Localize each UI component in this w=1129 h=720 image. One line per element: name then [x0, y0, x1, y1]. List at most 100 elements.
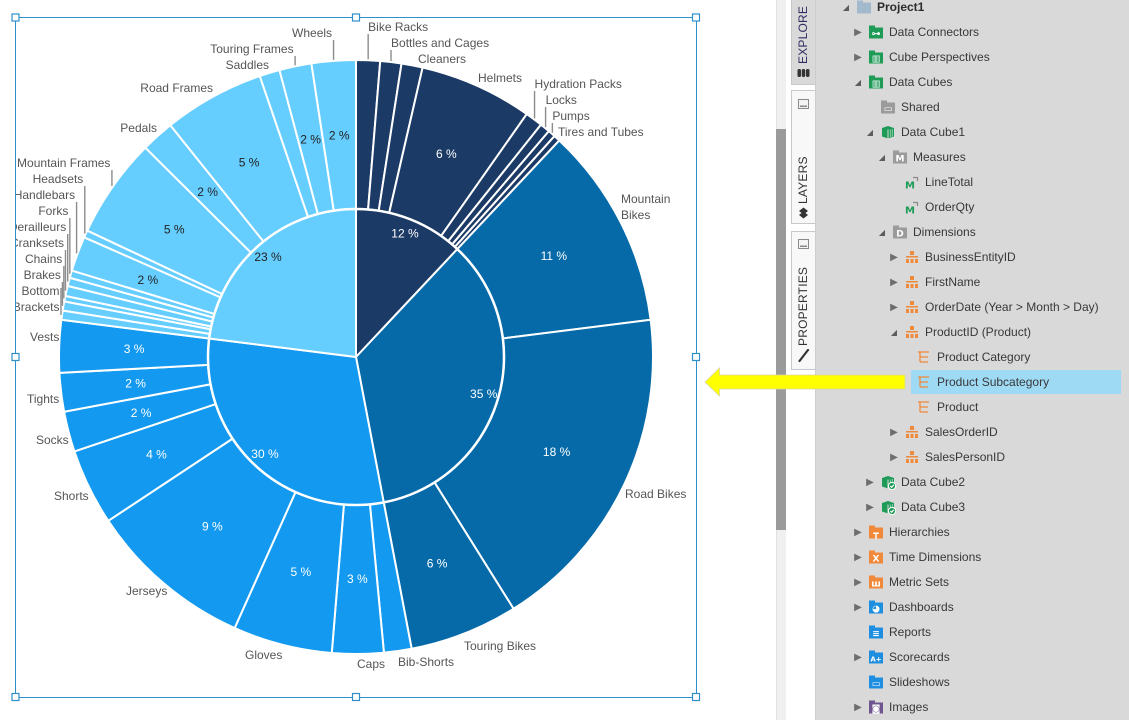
svg-text:D: D — [896, 229, 903, 239]
resize-handle-bottom-left[interactable] — [11, 692, 20, 702]
collapse-arrow-icon[interactable]: ◢ — [877, 145, 887, 170]
expand-arrow-icon[interactable]: ▶ — [889, 420, 899, 445]
hierarchy-icon — [904, 274, 920, 290]
slice-name-label: Chains — [25, 252, 62, 266]
tree-item-hierarchies[interactable]: ▶ ┳ Hierarchies — [815, 520, 1129, 545]
tree-item-dashboards[interactable]: ▶ ◕ Dashboards — [815, 595, 1129, 620]
svg-text:◕: ◕ — [872, 604, 880, 614]
svg-text:M: M — [905, 206, 915, 216]
slice-name-label: Socks — [36, 433, 69, 447]
tree-item-linetotal[interactable]: M LineTotal — [815, 170, 1129, 195]
expand-arrow-icon[interactable]: ▶ — [853, 545, 863, 570]
tab-layers[interactable]: LAYERS — [791, 90, 815, 224]
tree-item-reports[interactable]: ≡ Reports — [815, 620, 1129, 645]
measure-icon: M — [904, 199, 920, 215]
expand-arrow-icon[interactable]: ▶ — [853, 45, 863, 70]
pencil-icon — [798, 349, 810, 363]
resize-handle-bottom-right[interactable] — [691, 692, 701, 702]
slice-name-label: Forks — [38, 204, 68, 218]
tree-item-data-cubes[interactable]: ◢ ▥ Data Cubes — [815, 70, 1129, 95]
tab-explore[interactable]: EXPLORE — [791, 0, 815, 85]
callout-arrow-icon — [704, 367, 906, 397]
expand-arrow-icon[interactable]: ▶ — [889, 245, 899, 270]
tree-item-metric-sets[interactable]: ▶ ш Metric Sets — [815, 570, 1129, 595]
tree-item-businessentityid[interactable]: ▶ BusinessEntityID — [815, 245, 1129, 270]
tree-item-shared[interactable]: ▭ Shared — [815, 95, 1129, 120]
tree-item-measures[interactable]: ◢ M Measures — [815, 145, 1129, 170]
expand-arrow-icon[interactable]: ▶ — [889, 295, 899, 320]
slice-percent-label: 4 % — [146, 447, 167, 461]
resize-handle-top[interactable] — [351, 13, 361, 22]
expand-arrow-icon[interactable]: ▶ — [889, 445, 899, 470]
dock-panel-icon[interactable] — [797, 98, 810, 110]
tree-item-images[interactable]: ▶ ◙ Images — [815, 695, 1129, 720]
expand-arrow-icon[interactable]: ▶ — [853, 520, 863, 545]
tab-layers-label: LAYERS — [796, 156, 810, 204]
expand-arrow-icon[interactable]: ▶ — [853, 645, 863, 670]
tree-item-data-cube3[interactable]: ▶ Data Cube3 — [815, 495, 1129, 520]
resize-handle-bottom[interactable] — [351, 692, 361, 702]
resize-handle-top-right[interactable] — [691, 13, 701, 22]
tree-item-orderdate-year-month-day[interactable]: ▶ OrderDate (Year > Month > Day) — [815, 295, 1129, 320]
tree-item-label: ProductID (Product) — [925, 325, 1032, 339]
collapse-arrow-icon[interactable]: ◢ — [841, 0, 851, 20]
report-canvas[interactable]: Bike Racks Bottles and Cages Cleaners 6 % He… — [0, 0, 776, 720]
slice-name-label: Brackets — [13, 300, 60, 314]
slice-name-label: Mountain Frames — [17, 156, 110, 170]
tree-item-label: Dimensions — [913, 225, 976, 239]
slice-percent-label: 6 % — [436, 147, 457, 161]
tree-item-slideshows[interactable]: ▭ Slideshows — [815, 670, 1129, 695]
reports-folder-icon: ≡ — [868, 624, 884, 640]
tree-item-dimensions[interactable]: ◢ D Dimensions — [815, 220, 1129, 245]
tree-item-label: Data Connectors — [889, 25, 980, 39]
expand-arrow-icon[interactable]: ▶ — [853, 595, 863, 620]
collapse-arrow-icon[interactable]: ◢ — [865, 120, 875, 145]
tree-item-cube-perspectives[interactable]: ▶ ▥ Cube Perspectives — [815, 45, 1129, 70]
tree-item-salesorderid[interactable]: ▶ SalesOrderID — [815, 420, 1129, 445]
hierarchies-folder-icon: ┳ — [868, 524, 884, 540]
slice-name-label: Bike Racks — [368, 20, 428, 34]
slice-name-label: Handlebars — [14, 188, 75, 202]
tree-item-salespersonid[interactable]: ▶ SalesPersonID — [815, 445, 1129, 470]
scrollbar-thumb[interactable] — [776, 129, 786, 530]
slice-percent-label: 2 % — [131, 406, 152, 420]
slideshows-folder-icon: ▭ — [868, 674, 884, 690]
collapse-arrow-icon[interactable]: ◢ — [877, 220, 887, 245]
expand-arrow-icon[interactable]: ▶ — [865, 470, 875, 495]
database-icon — [797, 69, 810, 77]
tree-item-data-connectors[interactable]: ▶ ⊶ Data Connectors — [815, 20, 1129, 45]
collapse-arrow-icon[interactable]: ◢ — [853, 70, 863, 95]
svg-text:A+: A+ — [870, 655, 881, 663]
tree-item-project1[interactable]: ◢ Project1 — [815, 0, 1129, 20]
metric-sets-folder-icon: ш — [868, 574, 884, 590]
svg-text:≡: ≡ — [872, 629, 880, 639]
dock-panel-icon[interactable] — [797, 238, 810, 250]
tab-properties[interactable]: PROPERTIES — [791, 231, 815, 370]
level-icon — [916, 399, 932, 415]
tree-item-label: Images — [889, 700, 929, 714]
tree-item-scorecards[interactable]: ▶ A+ Scorecards — [815, 645, 1129, 670]
sunburst-chart[interactable]: Bike Racks Bottles and Cages Cleaners 6 % He… — [0, 0, 776, 720]
tree-item-productid-product[interactable]: ◢ ProductID (Product) — [815, 320, 1129, 345]
inner-percent-label: 30 % — [251, 447, 279, 461]
tree-item-orderqty[interactable]: M OrderQty — [815, 195, 1129, 220]
slice-percent-label: 6 % — [427, 557, 448, 571]
slice-name-label: Touring Frames — [210, 42, 293, 56]
expand-arrow-icon[interactable]: ▶ — [865, 495, 875, 520]
resize-handle-top-left[interactable] — [11, 13, 20, 22]
expand-arrow-icon[interactable]: ▶ — [853, 20, 863, 45]
expand-arrow-icon[interactable]: ▶ — [853, 570, 863, 595]
resize-handle-right[interactable] — [691, 352, 701, 362]
resize-handle-left[interactable] — [11, 352, 20, 362]
tree-item-time-dimensions[interactable]: ▶ X Time Dimensions — [815, 545, 1129, 570]
tree-item-firstname[interactable]: ▶ FirstName — [815, 270, 1129, 295]
expand-arrow-icon[interactable]: ▶ — [889, 270, 899, 295]
tree-item-data-cube2[interactable]: ▶ Data Cube2 — [815, 470, 1129, 495]
canvas-vertical-scrollbar[interactable] — [776, 0, 786, 720]
expand-arrow-icon[interactable]: ▶ — [853, 695, 863, 720]
slice-percent-label: 9 % — [202, 519, 223, 533]
tree-item-data-cube1[interactable]: ◢ Data Cube1 — [815, 120, 1129, 145]
collapse-arrow-icon[interactable]: ◢ — [889, 320, 899, 345]
scorecards-folder-icon: A+ — [868, 649, 884, 665]
svg-text:▭: ▭ — [884, 104, 893, 114]
